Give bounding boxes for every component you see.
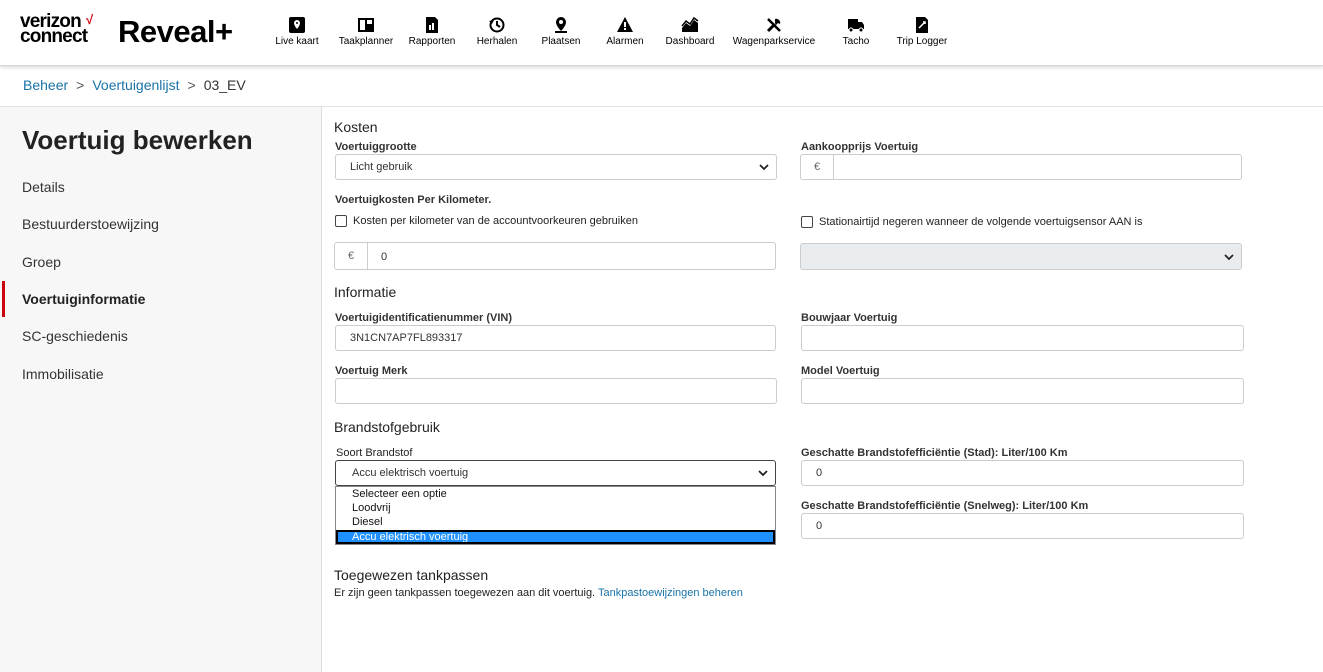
purchase-price-input[interactable]: € — [800, 154, 1242, 180]
breadcrumb-beheer[interactable]: Beheer — [23, 77, 68, 93]
fuel-option-diesel[interactable]: Diesel — [336, 515, 775, 529]
verizon-connect-logo[interactable]: verizon connect √ — [20, 12, 100, 48]
sidebar-item-bestuurderstoewijzing[interactable]: Bestuurderstoewijzing — [22, 216, 159, 232]
vehicle-sensor-select[interactable] — [800, 243, 1242, 270]
cost-per-km-label: Voertuigkosten Per Kilometer. — [335, 194, 492, 206]
breadcrumb-separator: > — [76, 77, 85, 93]
report-icon — [426, 17, 438, 33]
no-cards-text: Er zijn geen tankpassen toegewezen aan d… — [334, 587, 743, 599]
currency-prefix: € — [335, 243, 368, 269]
ignore-idle-checkbox[interactable] — [801, 216, 813, 228]
no-cards-message: Er zijn geen tankpassen toegewezen aan d… — [334, 587, 596, 599]
nav-taakplanner[interactable]: Taakplanner — [335, 16, 397, 47]
brand-input[interactable] — [335, 378, 777, 404]
manage-cards-link[interactable]: Tankpastoewijzingen beheren — [598, 587, 743, 599]
nav-label: Trip Logger — [896, 36, 948, 47]
vehicle-size-value: Licht gebruik — [350, 161, 413, 173]
nav-label: Dashboard — [665, 36, 715, 47]
cost-per-km-value: 0 — [381, 251, 388, 263]
section-kosten-title: Kosten — [334, 119, 378, 135]
highway-efficiency-value: 0 — [816, 520, 823, 532]
page-title: Voertuig bewerken — [22, 125, 253, 155]
sidebar: Voertuig bewerken Details Bestuurderstoe… — [0, 107, 322, 672]
nav-herhalen[interactable]: Herhalen — [470, 16, 524, 47]
section-brandstof-title: Brandstofgebruik — [334, 419, 440, 435]
fuel-type-select[interactable]: Accu elektrisch voertuig — [335, 460, 776, 486]
chevron-down-icon — [758, 470, 768, 477]
alert-icon — [617, 17, 633, 32]
section-informatie-title: Informatie — [334, 284, 397, 300]
breadcrumb-voertuigenlijst[interactable]: Voertuigenlijst — [92, 77, 179, 93]
nav-trip-logger[interactable]: Trip Logger — [892, 16, 952, 47]
chevron-down-icon — [1224, 254, 1234, 261]
ignore-idle-label: Stationairtijd negeren wanneer de volgen… — [819, 216, 1143, 228]
use-account-cost-label: Kosten per kilometer van de accountvoork… — [353, 215, 638, 227]
nav-label: Rapporten — [408, 36, 456, 47]
nav-label: Herhalen — [476, 36, 518, 47]
chevron-down-icon — [759, 164, 769, 171]
fuel-option-none[interactable]: Selecteer een optie — [336, 487, 775, 501]
nav-wagenparkservice[interactable]: Wagenparkservice — [729, 16, 819, 47]
highway-efficiency-input[interactable]: 0 — [801, 513, 1244, 539]
nav-alarmen[interactable]: Alarmen — [601, 16, 649, 47]
sidebar-item-sc-geschiedenis[interactable]: SC-geschiedenis — [22, 328, 128, 344]
nav-label: Alarmen — [606, 36, 644, 47]
nav-label: Wagenparkservice — [732, 36, 816, 47]
logo-check: √ — [86, 12, 94, 27]
fuel-type-label: Soort Brandstof — [336, 447, 413, 459]
breadcrumb-current: 03_EV — [203, 77, 246, 93]
city-efficiency-value: 0 — [816, 467, 823, 479]
use-account-cost-checkbox[interactable] — [335, 215, 347, 227]
model-label: Model Voertuig — [801, 365, 880, 377]
vehicle-size-select[interactable]: Licht gebruik — [335, 154, 777, 180]
highway-efficiency-label: Geschatte Brandstofefficiëntie (Snelweg)… — [801, 500, 1089, 512]
nav-label: Plaatsen — [541, 36, 581, 47]
cost-per-km-input[interactable]: € 0 — [334, 242, 776, 270]
purchase-price-label: Aankoopprijs Voertuig — [801, 141, 919, 153]
truck-icon — [848, 19, 864, 33]
city-efficiency-label: Geschatte Brandstofefficiëntie (Stad): L… — [801, 447, 1068, 459]
nav-label: Live kaart — [275, 36, 319, 47]
currency-prefix: € — [801, 155, 834, 179]
nav-dashboard[interactable]: Dashboard — [663, 16, 717, 47]
top-bar: verizon connect √ Reveal+ Live kaart Taa… — [0, 0, 1323, 66]
city-efficiency-input[interactable]: 0 — [801, 460, 1244, 486]
fuel-option-loodvrij[interactable]: Loodvrij — [336, 501, 775, 515]
fuel-option-ev[interactable]: Accu elektrisch voertuig — [336, 530, 775, 544]
build-year-input[interactable] — [801, 325, 1244, 351]
breadcrumb-separator: > — [187, 77, 196, 93]
section-tankpassen-title: Toegewezen tankpassen — [334, 567, 489, 583]
location-icon — [555, 17, 567, 33]
sidebar-item-voertuiginformatie[interactable]: Voertuiginformatie — [22, 291, 145, 307]
product-name: Reveal+ — [118, 14, 233, 49]
brand-label: Voertuig Merk — [335, 365, 408, 377]
model-input[interactable] — [801, 378, 1244, 404]
nav-plaatsen[interactable]: Plaatsen — [536, 16, 586, 47]
logo-line2: connect — [20, 26, 88, 47]
vin-label: Voertuigidentificatienummer (VIN) — [335, 312, 513, 324]
planner-icon — [358, 18, 374, 32]
nav-live-kaart[interactable]: Live kaart — [266, 16, 328, 47]
replay-icon — [489, 17, 505, 33]
nav-rapporten[interactable]: Rapporten — [404, 16, 460, 47]
nav-label: Taakplanner — [338, 36, 394, 47]
wrench-icon — [766, 18, 781, 33]
active-indicator — [2, 281, 5, 317]
vin-value: 3N1CN7AP7FL893317 — [350, 332, 463, 344]
sidebar-item-groep[interactable]: Groep — [22, 254, 61, 270]
sidebar-item-details[interactable]: Details — [22, 179, 65, 195]
map-pin-icon — [289, 17, 305, 33]
nav-tacho[interactable]: Tacho — [836, 16, 876, 47]
vehicle-size-label: Voertuiggrootte — [335, 141, 417, 153]
build-year-label: Bouwjaar Voertuig — [801, 312, 898, 324]
fuel-type-dropdown: Selecteer een optie Loodvrij Diesel Accu… — [335, 486, 776, 545]
fuel-type-value: Accu elektrisch voertuig — [352, 467, 469, 479]
vin-input[interactable]: 3N1CN7AP7FL893317 — [335, 325, 776, 351]
breadcrumb: Beheer > Voertuigenlijst >03_EV — [23, 77, 246, 93]
sidebar-item-immobilisatie[interactable]: Immobilisatie — [22, 366, 104, 382]
dashboard-icon — [681, 16, 699, 32]
trip-logger-icon — [916, 17, 928, 33]
nav-label: Tacho — [842, 36, 870, 47]
